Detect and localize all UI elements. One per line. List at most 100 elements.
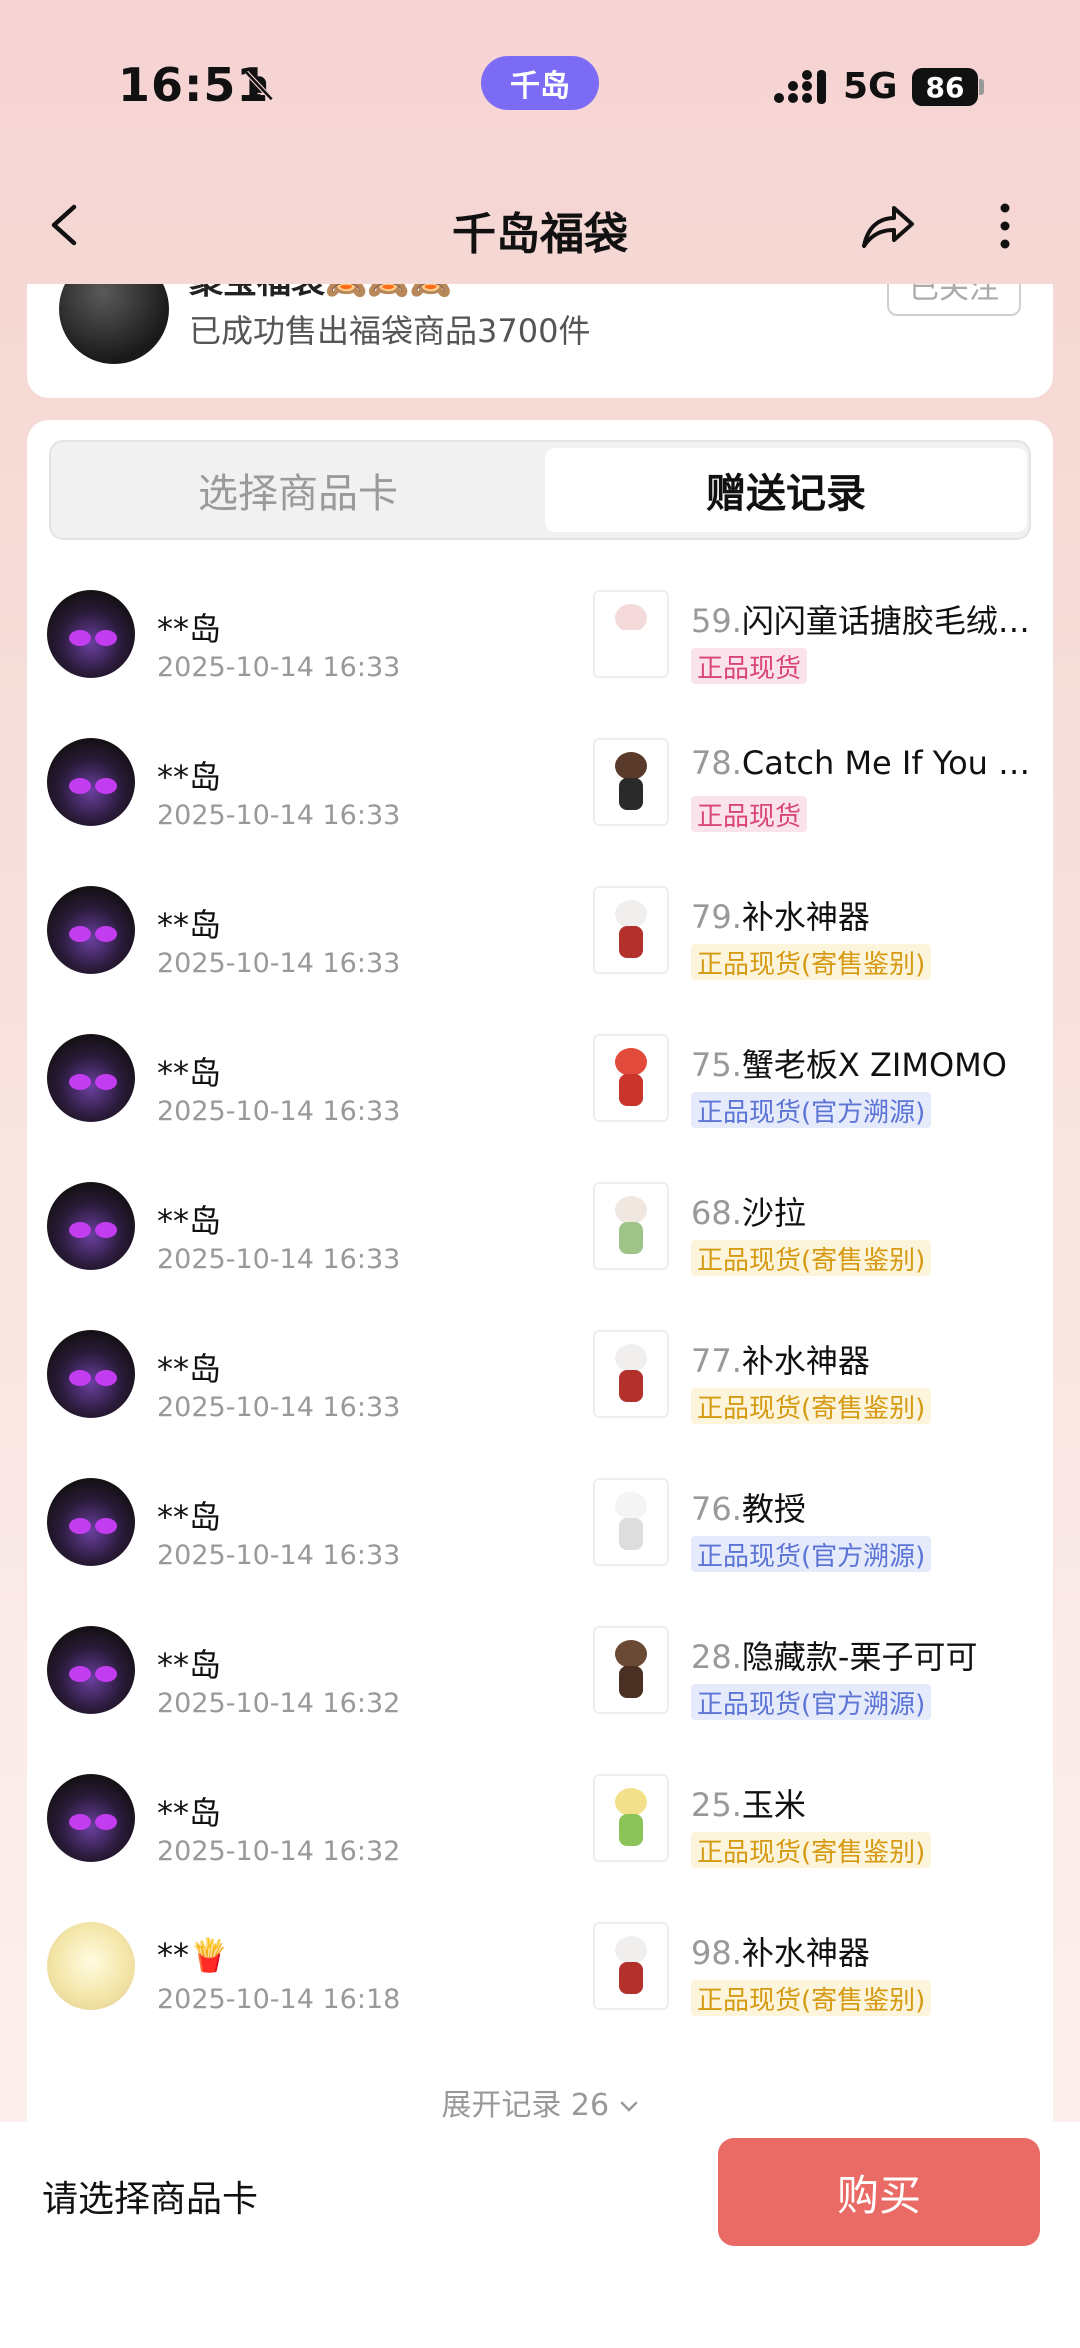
record-row[interactable]: **岛 2025-10-14 16:33 68.沙拉 正品现货(寄售鉴别) <box>27 1174 1053 1322</box>
product-index: 78. <box>691 744 742 782</box>
record-row[interactable]: **岛 2025-10-14 16:33 79.补水神器 正品现货(寄售鉴别) <box>27 878 1053 1026</box>
product-thumbnail[interactable] <box>593 1182 669 1270</box>
product-thumbnail[interactable] <box>593 738 669 826</box>
shop-avatar[interactable] <box>59 284 169 364</box>
product-index: 98. <box>691 1934 742 1972</box>
buy-button[interactable]: 购买 <box>718 2138 1040 2246</box>
gift-time: 2025-10-14 16:33 <box>157 1392 401 1423</box>
product-thumbnail[interactable] <box>593 1774 669 1862</box>
figure-image <box>611 1936 651 1996</box>
product-thumbnail[interactable] <box>593 1922 669 2010</box>
battery-icon: 86 <box>912 68 978 106</box>
record-row[interactable]: **岛 2025-10-14 16:32 28.隐藏款-栗子可可 正品现货(官方… <box>27 1618 1053 1766</box>
figure-image <box>611 1196 651 1256</box>
gift-time: 2025-10-14 16:33 <box>157 1540 401 1571</box>
authenticity-badge: 正品现货(官方溯源) <box>691 1536 932 1572</box>
dynamic-island-app[interactable]: 千岛 <box>481 56 599 110</box>
network-type: 5G <box>843 66 898 107</box>
authenticity-badge: 正品现货(官方溯源) <box>691 1092 932 1128</box>
user-name: **岛 <box>157 1202 222 1240</box>
shop-name: 聚宝福袋🙈🙈🙈 <box>189 284 452 303</box>
more-icon[interactable] <box>990 196 1020 256</box>
figure-image <box>611 1048 651 1108</box>
gift-time: 2025-10-14 16:18 <box>157 1984 401 2015</box>
product-index: 76. <box>691 1490 742 1528</box>
product-name: 75.蟹老板X ZIMOMO <box>691 1040 1031 1086</box>
product-title: Catch Me If You … <box>741 744 1031 782</box>
product-name: 68.沙拉 <box>691 1188 1031 1234</box>
figure-image <box>611 752 651 812</box>
product-thumbnail[interactable] <box>593 1034 669 1122</box>
gift-time: 2025-10-14 16:32 <box>157 1688 401 1719</box>
product-index: 75. <box>691 1046 742 1084</box>
user-name: **岛 <box>157 758 222 796</box>
product-thumbnail[interactable] <box>593 1626 669 1714</box>
product-thumbnail[interactable] <box>593 1330 669 1418</box>
user-name: **岛 <box>157 1350 222 1388</box>
expand-records-button[interactable]: 展开记录 26 <box>27 2080 1053 2124</box>
user-name: **岛 <box>157 1794 222 1832</box>
product-title: 补水神器 <box>741 1342 870 1380</box>
gift-time: 2025-10-14 16:33 <box>157 948 401 979</box>
gift-time: 2025-10-14 16:33 <box>157 652 401 683</box>
authenticity-badge: 正品现货(官方溯源) <box>691 1684 932 1720</box>
user-avatar <box>47 1774 135 1862</box>
user-name: **岛 <box>157 1054 222 1092</box>
record-row[interactable]: **岛 2025-10-14 16:33 59.闪闪童话搪胶毛绒… 正品现货 <box>27 582 1053 730</box>
share-icon[interactable] <box>858 196 918 256</box>
user-avatar <box>47 1034 135 1122</box>
product-name: 79.补水神器 <box>691 892 1031 938</box>
status-bar: 16:51 千岛 5G 86 <box>0 0 1080 170</box>
user-avatar <box>47 1182 135 1270</box>
product-index: 68. <box>691 1194 742 1232</box>
product-title: 隐藏款-栗子可可 <box>741 1638 978 1676</box>
record-row[interactable]: **岛 2025-10-14 16:33 76.教授 正品现货(官方溯源) <box>27 1470 1053 1618</box>
records-panel: 选择商品卡 赠送记录 **岛 2025-10-14 16:33 59.闪闪童话搪… <box>27 420 1053 2140</box>
product-index: 77. <box>691 1342 742 1380</box>
gift-time: 2025-10-14 16:33 <box>157 1096 401 1127</box>
figure-image <box>611 900 651 960</box>
authenticity-badge: 正品现货(寄售鉴别) <box>691 1980 932 2016</box>
product-name: 78.Catch Me If You … <box>691 744 1031 782</box>
record-row[interactable]: **岛 2025-10-14 16:32 25.玉米 正品现货(寄售鉴别) <box>27 1766 1053 1914</box>
authenticity-badge: 正品现货 <box>691 796 808 832</box>
product-title: 闪闪童话搪胶毛绒… <box>741 602 1030 640</box>
figure-image <box>611 1788 651 1848</box>
product-name: 76.教授 <box>691 1484 1031 1530</box>
record-row[interactable]: **岛 2025-10-14 16:33 78.Catch Me If You … <box>27 730 1053 878</box>
record-row[interactable]: **岛 2025-10-14 16:33 75.蟹老板X ZIMOMO 正品现货… <box>27 1026 1053 1174</box>
product-title: 补水神器 <box>741 1934 870 1972</box>
product-title: 玉米 <box>741 1786 806 1824</box>
tab-bar: 选择商品卡 赠送记录 <box>49 440 1031 540</box>
selection-prompt: 请选择商品卡 <box>42 2179 259 2220</box>
user-avatar <box>47 1922 135 2010</box>
user-avatar <box>47 1626 135 1714</box>
product-thumbnail[interactable] <box>593 1478 669 1566</box>
follow-button[interactable]: 已关注 <box>887 284 1021 316</box>
product-index: 28. <box>691 1638 742 1676</box>
user-avatar <box>47 886 135 974</box>
authenticity-badge: 正品现货(寄售鉴别) <box>691 1388 932 1424</box>
battery-level: 86 <box>925 70 965 104</box>
page-title: 千岛福袋 <box>452 209 628 260</box>
user-name: **🍟 <box>157 1936 229 1974</box>
user-name: **岛 <box>157 1498 222 1536</box>
product-title: 蟹老板X ZIMOMO <box>741 1046 1007 1084</box>
product-name: 25.玉米 <box>691 1780 1031 1826</box>
product-name: 28.隐藏款-栗子可可 <box>691 1632 1031 1678</box>
shop-card[interactable]: 聚宝福袋🙈🙈🙈 已成功售出福袋商品3700件 已关注 <box>27 284 1053 398</box>
shop-card-viewport: 聚宝福袋🙈🙈🙈 已成功售出福袋商品3700件 已关注 <box>0 284 1080 398</box>
record-row[interactable]: **🍟 2025-10-14 16:18 98.补水神器 正品现货(寄售鉴别) <box>27 1914 1053 2062</box>
product-title: 补水神器 <box>741 898 870 936</box>
chevron-down-icon <box>620 2101 637 2112</box>
tab-gift-records[interactable]: 赠送记录 <box>545 448 1027 532</box>
gift-time: 2025-10-14 16:33 <box>157 800 401 831</box>
product-thumbnail[interactable] <box>593 590 669 678</box>
product-thumbnail[interactable] <box>593 886 669 974</box>
record-row[interactable]: **岛 2025-10-14 16:33 77.补水神器 正品现货(寄售鉴别) <box>27 1322 1053 1470</box>
bell-muted-icon <box>244 70 274 101</box>
tab-select-product-card[interactable]: 选择商品卡 <box>57 448 539 532</box>
user-avatar <box>47 1330 135 1418</box>
gift-time: 2025-10-14 16:33 <box>157 1244 401 1275</box>
shop-sold-count: 已成功售出福袋商品3700件 <box>189 312 591 350</box>
